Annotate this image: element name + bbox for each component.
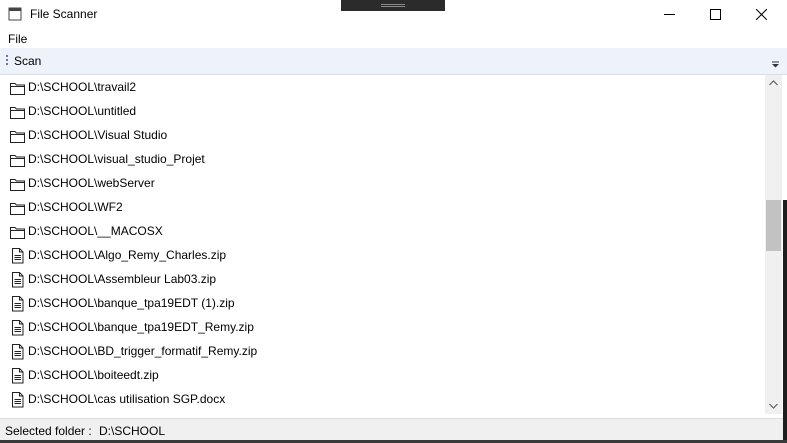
folder-icon <box>9 151 26 168</box>
folder-list-item[interactable]: D:\SCHOOL\webServer <box>7 171 757 195</box>
menu-file[interactable]: File <box>8 32 27 46</box>
scrollbar-thumb[interactable] <box>766 200 781 251</box>
entry-path: D:\SCHOOL\Assembleur Lab03.zip <box>28 272 217 286</box>
file-list-item[interactable]: D:\SCHOOL\banque_tpa19EDT_Remy.zip <box>7 315 757 339</box>
file-list[interactable]: D:\SCHOOL\travail2 D:\SCHOOL\untitled D:\S… <box>3 75 763 414</box>
close-button[interactable] <box>739 0 785 29</box>
app-window-icon <box>8 7 22 21</box>
close-icon <box>756 9 767 20</box>
menu-bar: File <box>0 29 787 48</box>
document-icon <box>9 391 26 408</box>
background-window-edge <box>783 200 787 443</box>
scroll-up-icon[interactable] <box>765 75 782 92</box>
toolbar: Scan <box>0 48 787 75</box>
file-list-item[interactable]: D:\SCHOOL\cas utilisation SGP.docx <box>7 387 757 411</box>
vertical-scrollbar[interactable] <box>765 75 782 414</box>
entry-path: D:\SCHOOL\BD_trigger_formatif_Remy.zip <box>28 344 258 358</box>
document-icon <box>9 319 26 336</box>
file-list-item[interactable]: D:\SCHOOL\Assembleur Lab03.zip <box>7 267 757 291</box>
folder-list-item[interactable]: D:\SCHOOL\Visual Studio <box>7 123 757 147</box>
grip-icon <box>381 4 405 5</box>
folder-list-item[interactable]: D:\SCHOOL\__MACOSX <box>7 219 757 243</box>
entry-path: D:\SCHOOL\Visual Studio <box>28 128 168 142</box>
document-icon <box>9 367 26 384</box>
toolbar-grip-icon[interactable] <box>6 55 8 67</box>
entry-path: D:\SCHOOL\travail2 <box>28 80 137 94</box>
folder-list-item[interactable]: D:\SCHOOL\WF2 <box>7 195 757 219</box>
document-icon <box>9 247 26 264</box>
toolbar-overflow-icon[interactable] <box>771 57 780 69</box>
folder-icon <box>9 199 26 216</box>
folder-icon <box>9 127 26 144</box>
document-icon <box>9 271 26 288</box>
entry-path: D:\SCHOOL\boiteedt.zip <box>28 368 159 382</box>
folder-icon <box>9 223 26 240</box>
file-list-item[interactable]: D:\SCHOOL\boiteedt.zip <box>7 363 757 387</box>
file-list-item[interactable]: D:\SCHOOL\BD_trigger_formatif_Remy.zip <box>7 339 757 363</box>
maximize-icon <box>710 9 721 20</box>
status-label: Selected folder : <box>5 424 92 438</box>
folder-list-item[interactable]: D:\SCHOOL\travail2 <box>7 75 757 99</box>
folder-list-item[interactable]: D:\SCHOOL\untitled <box>7 99 757 123</box>
file-list-item[interactable]: D:\SCHOOL\banque_tpa19EDT (1).zip <box>7 291 757 315</box>
folder-icon <box>9 103 26 120</box>
status-bar: Selected folder : D:\SCHOOL <box>0 418 783 441</box>
file-list-item[interactable]: D:\SCHOOL\Algo_Remy_Charles.zip <box>7 243 757 267</box>
entry-path: D:\SCHOOL\visual_studio_Projet <box>28 152 205 166</box>
selected-folder-value: D:\SCHOOL <box>99 424 166 438</box>
scroll-down-icon[interactable] <box>765 397 782 414</box>
folder-icon <box>9 175 26 192</box>
entry-path: D:\SCHOOL\banque_tpa19EDT_Remy.zip <box>28 320 254 334</box>
folder-icon <box>9 79 26 96</box>
minimize-button[interactable] <box>647 0 693 29</box>
folder-list-item[interactable]: D:\SCHOOL\visual_studio_Projet <box>7 147 757 171</box>
scan-button[interactable]: Scan <box>14 54 41 68</box>
drag-handle[interactable] <box>341 0 445 11</box>
entry-path: D:\SCHOOL\__MACOSX <box>28 224 163 238</box>
document-icon <box>9 343 26 360</box>
title-bar: File Scanner <box>0 0 787 29</box>
document-icon <box>9 295 26 312</box>
entry-path: D:\SCHOOL\Algo_Remy_Charles.zip <box>28 248 227 262</box>
minimize-icon <box>664 14 675 15</box>
maximize-button[interactable] <box>693 0 739 29</box>
entry-path: D:\SCHOOL\webServer <box>28 176 155 190</box>
entry-path: D:\SCHOOL\cas utilisation SGP.docx <box>28 392 226 406</box>
entry-path: D:\SCHOOL\banque_tpa19EDT (1).zip <box>28 296 235 310</box>
entry-path: D:\SCHOOL\WF2 <box>28 200 123 214</box>
entry-path: D:\SCHOOL\untitled <box>28 104 137 118</box>
window-title: File Scanner <box>30 7 98 21</box>
